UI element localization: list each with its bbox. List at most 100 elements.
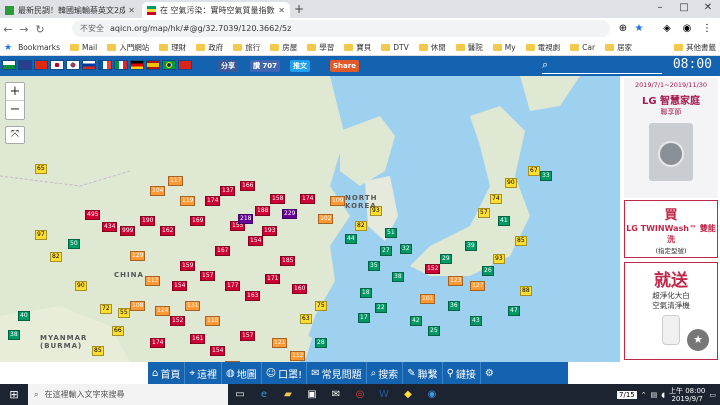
omnibox[interactable]: 不安全 aqicn.org/map/hk/#@g/32.7039/120.366… <box>72 20 610 37</box>
facebook-like-button[interactable]: 讚 707 <box>250 60 281 72</box>
aqi-marker[interactable]: 154 <box>172 281 188 291</box>
aqi-marker[interactable]: 163 <box>245 291 261 301</box>
aqi-marker[interactable]: 18 <box>360 288 372 298</box>
aqi-marker[interactable]: 158 <box>270 194 286 204</box>
extension-icon[interactable]: ◈ <box>660 22 674 36</box>
bookmark-folder[interactable]: 居家 <box>605 42 632 53</box>
aqi-marker[interactable]: 66 <box>112 326 124 336</box>
flag-germany-icon[interactable] <box>130 60 144 70</box>
aqi-marker[interactable]: 88 <box>520 286 532 296</box>
browser-tab-1[interactable]: 最新民調！韓國瑜輸蔡英文2成支持 ✕ <box>0 2 140 18</box>
other-bookmarks[interactable]: 其他書籤 <box>674 42 716 53</box>
aqi-marker[interactable]: 117 <box>168 176 184 186</box>
aqi-marker[interactable]: 75 <box>315 301 327 311</box>
aqi-marker[interactable]: 43 <box>470 316 482 326</box>
aqi-marker[interactable]: 434 <box>102 222 118 232</box>
nav-map[interactable]: ◍ 地圖 <box>222 362 262 384</box>
bookmark-folder[interactable]: 休閒 <box>418 42 446 53</box>
aqi-marker[interactable]: 85 <box>92 346 104 356</box>
aqi-marker[interactable]: 185 <box>280 256 296 266</box>
nav-here[interactable]: ⌖ 這裡 <box>185 362 222 384</box>
nav-faq[interactable]: ✉ 常見問題 <box>307 362 367 384</box>
bookmark-folder[interactable]: Mail <box>69 43 97 52</box>
lg-advertisement[interactable]: 2019/7/1~2019/11/30 LG 智慧家庭 聯享節 買 LG TWI… <box>622 76 720 362</box>
bookmark-star-icon[interactable]: ★ <box>632 22 646 36</box>
aqi-marker[interactable]: 188 <box>255 206 271 216</box>
aqi-marker[interactable]: 167 <box>215 246 231 256</box>
aqi-marker[interactable]: 97 <box>35 230 47 240</box>
aqi-marker[interactable]: 108 <box>130 301 146 311</box>
flag-italy-icon[interactable] <box>114 60 128 70</box>
aqi-marker[interactable]: 190 <box>140 216 156 226</box>
aqi-marker[interactable]: 152 <box>170 316 186 326</box>
aqi-marker[interactable]: 131 <box>185 301 201 311</box>
aqi-marker[interactable]: 63 <box>300 314 312 324</box>
store-icon[interactable]: ▣ <box>300 384 324 405</box>
favorite-star-icon[interactable]: ★ <box>687 329 709 351</box>
aqi-marker[interactable]: 28 <box>315 338 327 348</box>
aqi-marker[interactable]: 127 <box>470 281 486 291</box>
aqi-marker[interactable]: 93 <box>493 254 505 264</box>
aqi-marker[interactable]: 157 <box>200 271 216 281</box>
site-search-input[interactable]: ⌕ <box>542 58 662 74</box>
tweet-button[interactable]: 推文 <box>290 60 310 72</box>
aqi-marker[interactable]: 152 <box>425 264 441 274</box>
task-view-icon[interactable]: ▭ <box>228 384 252 405</box>
flag-russia-icon[interactable] <box>82 60 96 70</box>
aqi-marker[interactable]: 121 <box>272 338 288 348</box>
aqi-marker[interactable]: 44 <box>345 234 357 244</box>
aqi-marker[interactable]: 112 <box>290 351 306 361</box>
bookmark-folder[interactable]: 電視劇 <box>525 42 560 53</box>
aqi-marker[interactable]: 174 <box>300 194 316 204</box>
flag-france-icon[interactable] <box>98 60 112 70</box>
back-icon[interactable]: ← <box>0 23 16 36</box>
taskbar-search-box[interactable]: ⌕ 在這裡輸入文字來搜尋 <box>28 384 228 405</box>
aqi-marker[interactable]: 124 <box>155 306 171 316</box>
new-tab-icon[interactable]: + <box>294 2 304 16</box>
nav-search[interactable]: ⌕ 搜索 <box>367 362 404 384</box>
flag-korea-icon[interactable] <box>66 60 80 70</box>
aqi-marker[interactable]: 55 <box>118 308 130 318</box>
maximize-icon[interactable]: □ <box>672 0 696 18</box>
aqi-marker[interactable]: 65 <box>35 164 47 174</box>
aqi-marker[interactable]: 50 <box>68 239 80 249</box>
aqi-marker[interactable]: 999 <box>120 226 136 236</box>
aqi-marker[interactable]: 26 <box>482 266 494 276</box>
bookmark-item[interactable]: Bookmarks <box>18 43 60 52</box>
app-icon[interactable]: ◆ <box>396 384 420 405</box>
taskbar-clock[interactable]: 上午 08:00 2019/9/7 <box>669 387 705 403</box>
ad-banner-washer[interactable]: 2019/7/1~2019/11/30 LG 智慧家庭 聯享節 <box>624 78 718 198</box>
close-window-icon[interactable]: ✕ <box>696 0 720 18</box>
search-icon[interactable]: ⌕ <box>542 58 548 71</box>
aqi-marker[interactable]: 17 <box>358 313 370 323</box>
ad-gift-panel[interactable]: 就送 超淨化大白 空氣清淨機 ★ <box>624 262 718 360</box>
aqi-marker[interactable]: 119 <box>180 196 196 206</box>
flag-china-icon[interactable] <box>34 60 48 70</box>
bookmark-folder[interactable]: DTV <box>381 43 409 52</box>
aqi-marker[interactable]: 160 <box>292 284 308 294</box>
aqi-marker[interactable]: 154 <box>248 236 264 246</box>
share-button[interactable]: Share <box>330 60 359 72</box>
facebook-share-button[interactable]: 分享 <box>218 60 238 72</box>
network-icon[interactable]: ▤ <box>651 391 658 399</box>
aqi-marker[interactable]: 38 <box>392 272 404 282</box>
aqi-marker[interactable]: 32 <box>400 244 412 254</box>
aqi-marker[interactable]: 174 <box>150 338 166 348</box>
aqi-marker[interactable]: 36 <box>448 301 460 311</box>
aqi-marker[interactable]: 177 <box>225 281 241 291</box>
notification-icon[interactable]: ▭ <box>709 391 716 399</box>
flag-icon[interactable] <box>2 60 16 70</box>
aqi-marker[interactable]: 74 <box>490 194 502 204</box>
network-app-icon[interactable]: ◉ <box>420 384 444 405</box>
aqi-marker[interactable]: 22 <box>375 303 387 313</box>
aqi-marker[interactable]: 157 <box>240 331 256 341</box>
aqi-marker[interactable]: 29 <box>440 254 452 264</box>
close-tab-icon[interactable]: ✕ <box>278 6 285 15</box>
bookmark-folder[interactable]: Car <box>570 43 595 52</box>
aqi-marker[interactable]: 47 <box>508 306 520 316</box>
chrome-icon[interactable]: ◎ <box>348 384 372 405</box>
aqi-marker[interactable]: 67 <box>528 166 540 176</box>
tray-arrow-icon[interactable]: ⌃ <box>641 391 647 399</box>
aqi-marker[interactable]: 35 <box>368 261 380 271</box>
aqi-marker[interactable]: 123 <box>448 276 464 286</box>
